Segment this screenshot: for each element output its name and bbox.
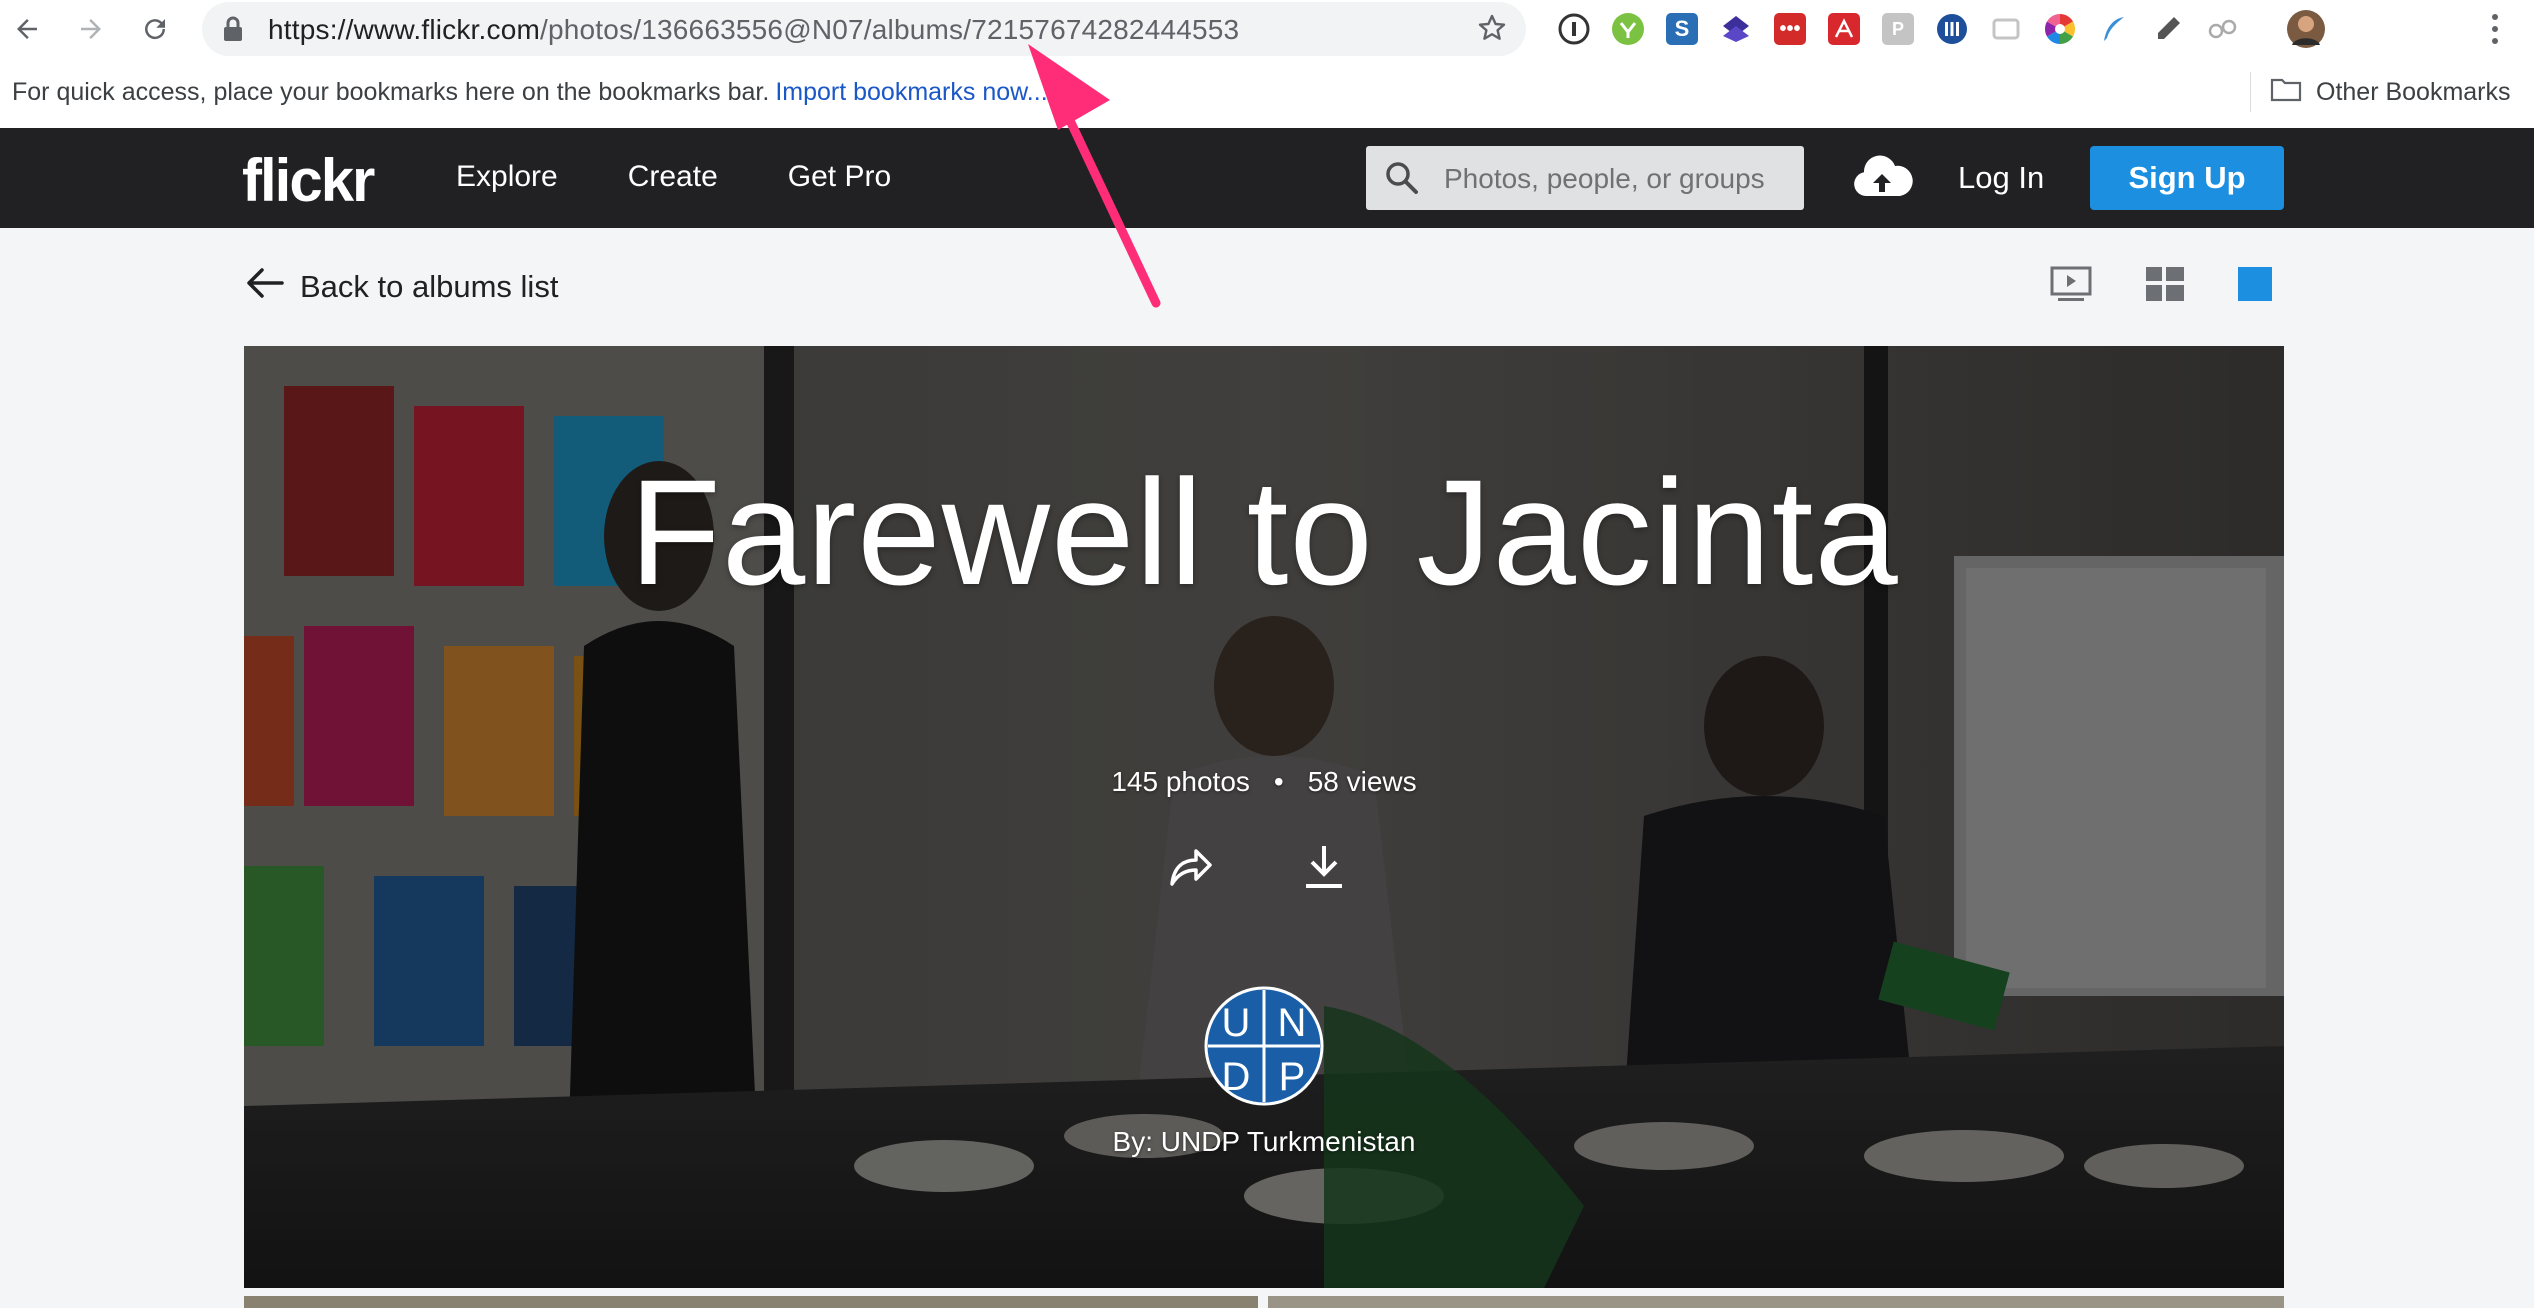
chat-ext-icon[interactable]: ••• (1768, 7, 1812, 51)
browser-toolbar: https://www.flickr.com/photos/136663556@… (0, 0, 2534, 58)
album-owner[interactable]: By: UNDP Turkmenistan (244, 1126, 2284, 1158)
view-count: 58 views (1307, 766, 1417, 797)
search-input[interactable] (1442, 156, 1786, 202)
download-icon[interactable] (1304, 844, 1344, 895)
avatar-letter-n: N (1278, 1001, 1307, 1045)
view-mode-switcher (2050, 266, 2272, 307)
p-ext-icon[interactable]: P (1876, 7, 1920, 51)
acrobat-icon[interactable] (1822, 7, 1866, 51)
grammarly-icon[interactable] (1606, 7, 1650, 51)
bookmarks-divider (2250, 72, 2251, 112)
back-arrow-icon (246, 266, 284, 308)
glasses-icon[interactable] (2200, 7, 2244, 51)
bookmarks-bar: For quick access, place your bookmarks h… (0, 58, 2534, 129)
import-bookmarks-link[interactable]: Import bookmarks now... (775, 78, 1047, 106)
main-nav: Explore Create Get Pro (456, 160, 891, 194)
eyedropper-icon[interactable] (2146, 7, 2190, 51)
slideshow-icon[interactable] (2050, 266, 2092, 307)
photo-thumbnail[interactable] (1268, 1296, 2284, 1308)
search-icon[interactable] (1384, 160, 1420, 201)
stat-separator: • (1273, 766, 1284, 797)
forward-arrow-icon[interactable] (72, 10, 110, 48)
feather-icon[interactable] (2092, 7, 2136, 51)
folder-icon (2270, 76, 2302, 109)
back-to-albums-link[interactable]: Back to albums list (246, 266, 558, 308)
avatar-letter-d: D (1222, 1055, 1251, 1099)
photo-thumbnails (244, 1296, 2284, 1308)
share-icon[interactable] (1166, 844, 1214, 895)
photo-thumbnail[interactable] (244, 1296, 1258, 1308)
login-link[interactable]: Log In (1958, 160, 2044, 196)
nav-explore[interactable]: Explore (456, 160, 558, 194)
1password-icon[interactable] (1552, 7, 1596, 51)
library-icon[interactable] (1930, 7, 1974, 51)
lock-icon (222, 16, 244, 47)
address-bar[interactable]: https://www.flickr.com/photos/136663556@… (202, 2, 1526, 56)
flickr-header: flickr Explore Create Get Pro Log In Sig… (0, 128, 2534, 228)
reload-icon[interactable] (136, 10, 174, 48)
bookmark-star-icon[interactable] (1476, 12, 1508, 49)
owner-avatar[interactable]: U N D P (1204, 986, 1324, 1106)
nav-create[interactable]: Create (628, 160, 718, 194)
album-stats: 145 photos • 58 views (244, 766, 2284, 798)
signup-button[interactable]: Sign Up (2090, 146, 2284, 210)
nav-get-pro[interactable]: Get Pro (788, 160, 891, 194)
single-view-icon[interactable] (2238, 267, 2272, 306)
grid-view-icon[interactable] (2146, 267, 2184, 306)
url-text[interactable]: https://www.flickr.com/photos/136663556@… (268, 14, 1239, 46)
screenshot-icon[interactable] (1984, 7, 2028, 51)
profile-avatar[interactable] (2284, 7, 2328, 51)
other-bookmarks-button[interactable]: Other Bookmarks (2270, 76, 2511, 109)
back-arrow-icon[interactable] (8, 10, 46, 48)
bookmarks-prompt: For quick access, place your bookmarks h… (12, 78, 1048, 106)
photo-count: 145 photos (1111, 766, 1250, 797)
search-box[interactable] (1366, 146, 1804, 210)
extension-bar: S ••• P (1552, 8, 2328, 50)
avatar-letter-u: U (1222, 1001, 1251, 1045)
album-title: Farewell to Jacinta (629, 448, 1899, 616)
stylebot-icon[interactable]: S (1660, 7, 1704, 51)
upload-cloud-icon[interactable] (1850, 152, 1914, 207)
color-wheel-icon[interactable] (2038, 7, 2082, 51)
album-cover: Farewell to Jacinta 145 photos • 58 views … (244, 346, 2284, 1288)
chrome-menu-icon[interactable] (2490, 12, 2500, 51)
album-actions (1166, 844, 1344, 895)
avatar-letter-p: P (1279, 1055, 1306, 1099)
layers-icon[interactable] (1714, 7, 1758, 51)
flickr-logo[interactable]: flickr (242, 146, 375, 215)
